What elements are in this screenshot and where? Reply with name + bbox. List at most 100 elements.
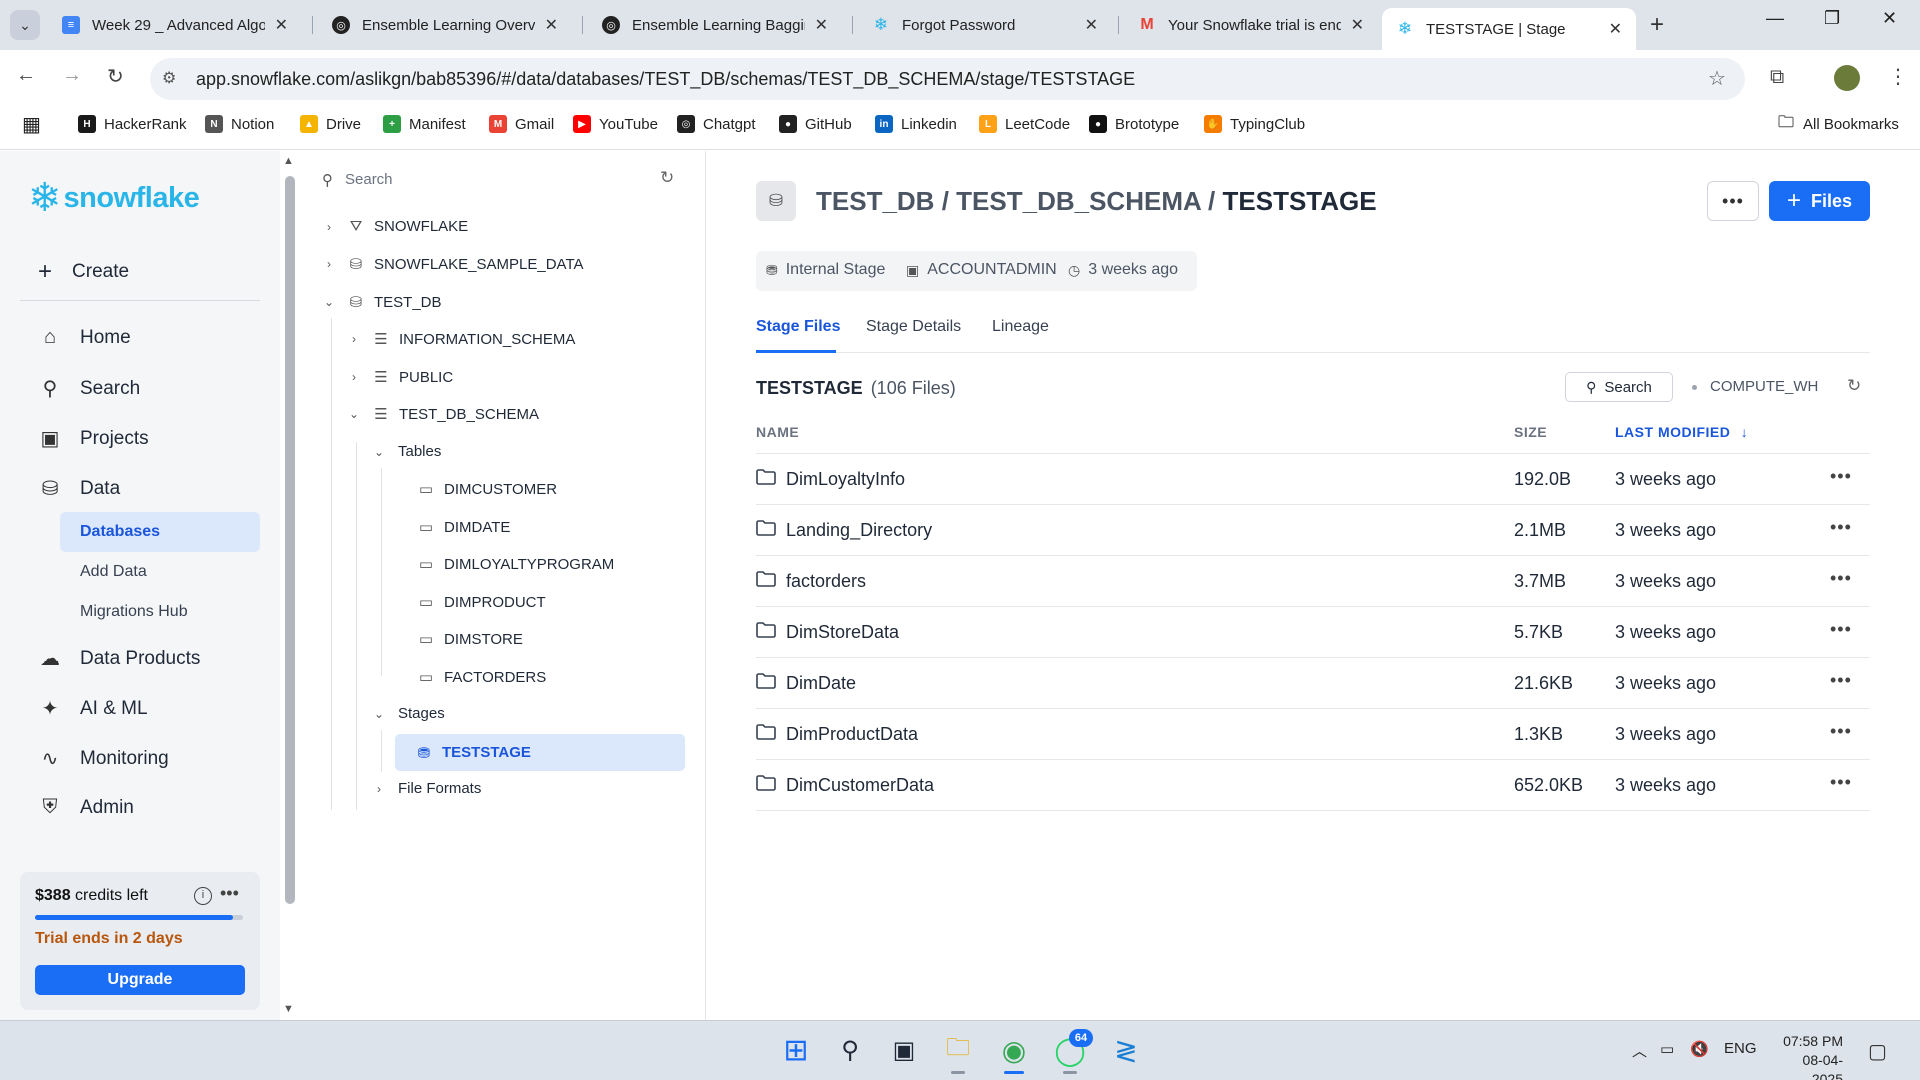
nav-projects[interactable]: ▣ Projects xyxy=(38,426,149,451)
tab-stage-details[interactable]: Stage Details xyxy=(866,318,961,336)
tree-node-test-db-schema[interactable]: ⌄ ☰ TEST_DB_SCHEMA xyxy=(347,405,539,424)
bookmark-github[interactable]: ● GitHub xyxy=(779,115,852,133)
close-icon[interactable]: ✕ xyxy=(275,15,288,35)
battery-icon[interactable]: ▭ xyxy=(1660,1040,1674,1058)
nav-admin[interactable]: ⛨ Admin xyxy=(38,796,134,819)
new-tab-button[interactable]: + xyxy=(1650,11,1664,39)
tree-node-tables[interactable]: ⌄ Tables xyxy=(372,443,441,460)
row-more-icon[interactable]: ••• xyxy=(1830,517,1852,538)
tab-search-button[interactable]: ⌄ xyxy=(10,10,40,40)
bookmark-manifest[interactable]: + Manifest xyxy=(383,115,466,133)
column-header-size[interactable]: SIZE xyxy=(1514,424,1547,440)
more-icon[interactable]: ••• xyxy=(220,883,239,904)
table-row[interactable]: DimDate 21.6KB 3 weeks ago ••• xyxy=(756,658,1870,709)
tree-node-test-db[interactable]: ⌄ ⛁ TEST_DB xyxy=(322,293,442,312)
nav-data-products[interactable]: ☁ Data Products xyxy=(38,646,200,671)
file-name[interactable]: Landing_Directory xyxy=(786,520,932,541)
file-explorer-icon[interactable]: 🗀 xyxy=(940,1032,976,1068)
sidebar-item-migrations-hub[interactable]: Migrations Hub xyxy=(60,592,260,632)
vscode-icon[interactable]: ≷ xyxy=(1108,1032,1144,1068)
bookmark-brototype[interactable]: ● Brototype xyxy=(1089,115,1179,133)
task-view-icon[interactable]: ▣ xyxy=(886,1032,922,1068)
row-more-icon[interactable]: ••• xyxy=(1830,670,1852,691)
browser-tab-3[interactable]: ◎ Ensemble Learning Bagging ✕ xyxy=(588,8,842,42)
file-name[interactable]: DimStoreData xyxy=(786,622,899,643)
upgrade-button[interactable]: Upgrade xyxy=(35,965,245,995)
restore-button[interactable]: ❐ xyxy=(1824,8,1840,29)
bookmark-notion[interactable]: N Notion xyxy=(205,115,274,133)
tree-node-file-formats[interactable]: › File Formats xyxy=(372,780,481,797)
add-files-button[interactable]: + Files xyxy=(1769,181,1870,221)
row-more-icon[interactable]: ••• xyxy=(1830,772,1852,793)
refresh-icon[interactable]: ↻ xyxy=(660,168,674,188)
extensions-icon[interactable]: ⧉ xyxy=(1770,66,1784,89)
create-button[interactable]: + Create xyxy=(38,258,129,286)
file-name[interactable]: DimLoyaltyInfo xyxy=(786,469,905,490)
volume-muted-icon[interactable]: 🔇 xyxy=(1690,1040,1709,1058)
info-icon[interactable]: i xyxy=(194,887,212,905)
url-text[interactable]: app.snowflake.com/aslikgn/bab85396/#/dat… xyxy=(196,69,1135,90)
table-row[interactable]: DimProductData 1.3KB 3 weeks ago ••• xyxy=(756,709,1870,760)
reload-button[interactable]: ↻ xyxy=(107,64,124,89)
tree-node-public[interactable]: › ☰ PUBLIC xyxy=(347,368,453,387)
files-search-button[interactable]: ⚲ Search xyxy=(1565,372,1673,402)
table-row[interactable]: DimLoyaltyInfo 192.0B 3 weeks ago ••• xyxy=(756,454,1870,505)
column-header-name[interactable]: NAME xyxy=(756,424,799,440)
bookmark-linkedin[interactable]: in Linkedin xyxy=(875,115,957,133)
tree-node-information-schema[interactable]: › ☰ INFORMATION_SCHEMA xyxy=(347,330,575,349)
bookmark-chatgpt[interactable]: ◎ Chatgpt xyxy=(677,115,756,133)
close-icon[interactable]: ✕ xyxy=(1609,19,1622,39)
tree-node-table[interactable]: ▭ DIMLOYALTYPROGRAM xyxy=(418,555,614,574)
bookmark-gmail[interactable]: M Gmail xyxy=(489,115,554,133)
row-more-icon[interactable]: ••• xyxy=(1830,721,1852,742)
bookmark-typingclub[interactable]: ✋ TypingClub xyxy=(1204,115,1305,133)
file-name[interactable]: factorders xyxy=(786,571,866,592)
browser-tab-active[interactable]: ❄ TESTSTAGE | Stage ✕ xyxy=(1382,8,1636,50)
scroll-up-arrow-icon[interactable]: ▲ xyxy=(283,155,294,167)
close-icon[interactable]: ✕ xyxy=(545,15,558,35)
row-more-icon[interactable]: ••• xyxy=(1830,568,1852,589)
warehouse-selector[interactable]: COMPUTE_WH xyxy=(1710,378,1818,395)
scroll-down-arrow-icon[interactable]: ▼ xyxy=(283,1003,294,1015)
tree-node-snowflake-sample-data[interactable]: › ⛁ SNOWFLAKE_SAMPLE_DATA xyxy=(322,255,584,274)
table-row[interactable]: DimCustomerData 652.0KB 3 weeks ago ••• xyxy=(756,760,1870,811)
tree-node-table[interactable]: ▭ DIMDATE xyxy=(418,518,510,537)
system-clock[interactable]: 07:58 PM 08-04-2025 xyxy=(1773,1032,1843,1080)
table-row[interactable]: Landing_Directory 2.1MB 3 weeks ago ••• xyxy=(756,505,1870,556)
profile-avatar[interactable] xyxy=(1834,65,1860,91)
tree-node-table[interactable]: ▭ DIMCUSTOMER xyxy=(418,480,557,499)
close-icon[interactable]: ✕ xyxy=(815,15,828,35)
refresh-icon[interactable]: ↻ xyxy=(1847,376,1861,396)
breadcrumb-schema[interactable]: TEST_DB_SCHEMA xyxy=(956,186,1201,216)
row-more-icon[interactable]: ••• xyxy=(1830,619,1852,640)
sidebar-item-add-data[interactable]: Add Data xyxy=(60,552,260,592)
bookmark-leetcode[interactable]: L LeetCode xyxy=(979,115,1070,133)
file-name[interactable]: DimCustomerData xyxy=(786,775,934,796)
tree-search-input[interactable]: Search xyxy=(345,171,393,188)
tree-node-teststage[interactable]: ⛃ TESTSTAGE xyxy=(395,734,685,771)
row-more-icon[interactable]: ••• xyxy=(1830,466,1852,487)
forward-button[interactable]: → xyxy=(62,64,82,87)
chrome-icon[interactable]: ◉ xyxy=(996,1032,1032,1068)
browser-tab-1[interactable]: ≡ Week 29 _ Advanced Algori ✕ xyxy=(48,8,302,42)
tree-node-table[interactable]: ▭ FACTORDERS xyxy=(418,668,546,687)
bookmark-hackerrank[interactable]: H HackerRank xyxy=(78,115,187,133)
nav-ai-ml[interactable]: ✦ AI & ML xyxy=(38,696,148,721)
minimize-button[interactable]: — xyxy=(1766,8,1784,29)
back-button[interactable]: ← xyxy=(16,64,36,87)
close-window-button[interactable]: ✕ xyxy=(1882,8,1897,29)
nav-data[interactable]: ⛁ Data xyxy=(38,476,121,501)
nav-search[interactable]: ⚲ Search xyxy=(38,376,141,401)
tab-lineage[interactable]: Lineage xyxy=(992,318,1049,336)
table-row[interactable]: DimStoreData 5.7KB 3 weeks ago ••• xyxy=(756,607,1870,658)
browser-tab-2[interactable]: ◎ Ensemble Learning Overvie ✕ xyxy=(318,8,572,42)
language-indicator[interactable]: ENG xyxy=(1724,1040,1757,1057)
file-name[interactable]: DimProductData xyxy=(786,724,918,745)
bookmark-youtube[interactable]: ▶ YouTube xyxy=(573,115,658,133)
apps-grid-icon[interactable]: ▦ xyxy=(22,112,41,137)
search-icon[interactable]: ⚲ xyxy=(832,1032,868,1068)
all-bookmarks[interactable]: 🗀 All Bookmarks xyxy=(1777,114,1899,133)
close-icon[interactable]: ✕ xyxy=(1085,15,1098,35)
bookmark-drive[interactable]: ▲ Drive xyxy=(300,115,361,133)
file-name[interactable]: DimDate xyxy=(786,673,856,694)
